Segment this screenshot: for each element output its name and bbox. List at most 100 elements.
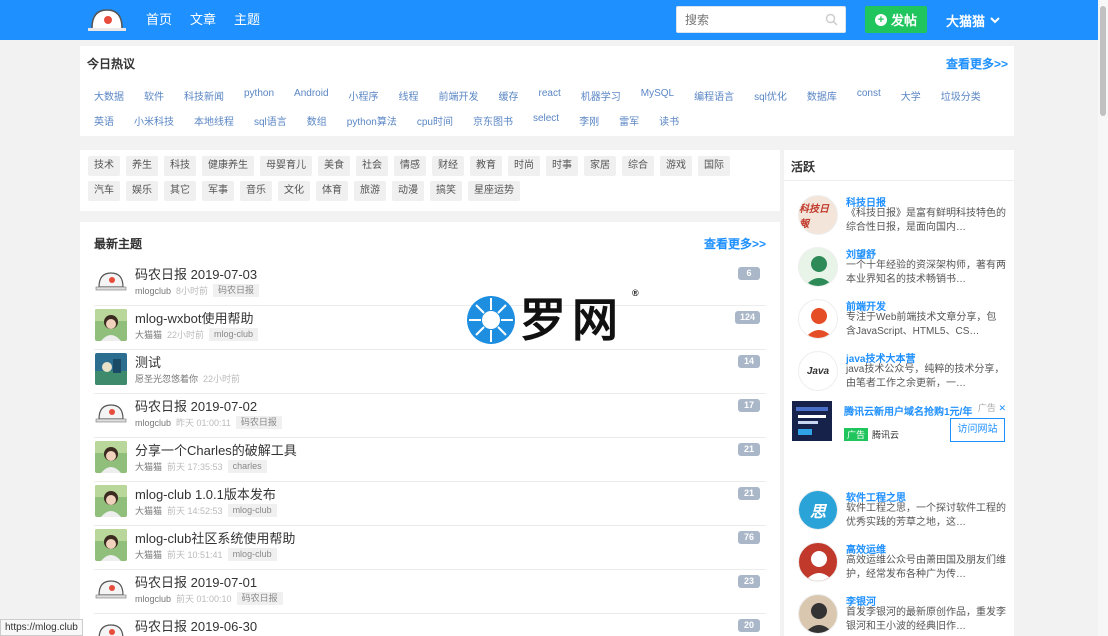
page-scrollbar[interactable] xyxy=(1098,0,1108,636)
topic-tag[interactable]: mlog-club xyxy=(209,328,259,341)
category-tag[interactable]: 音乐 xyxy=(240,181,272,201)
category-tag[interactable]: 体育 xyxy=(316,181,348,201)
avatar[interactable] xyxy=(95,353,127,385)
hot-tag-link[interactable]: 数据库 xyxy=(807,88,837,103)
category-tag[interactable]: 科技 xyxy=(164,156,196,176)
hot-tag-link[interactable]: 软件 xyxy=(144,88,164,103)
category-tag[interactable]: 教育 xyxy=(470,156,502,176)
topic-tag[interactable]: charles xyxy=(227,460,267,473)
category-tag[interactable]: 综合 xyxy=(622,156,654,176)
avatar[interactable] xyxy=(95,397,127,429)
topic-row[interactable]: 码农日报 2019-07-02 mlogclub 昨天 01:00:11 码农日报 17 xyxy=(94,394,766,438)
hot-tag-link[interactable]: const xyxy=(857,88,881,103)
category-tag[interactable]: 搞笑 xyxy=(430,181,462,201)
hot-tag-link[interactable]: 读书 xyxy=(659,113,679,128)
active-user-item[interactable]: 思软件工程之思 软件工程之思，一个探讨软件工程的优秀实践的芳草之地，这… xyxy=(798,490,1008,538)
active-user-item[interactable]: 高效运维 高效运维公众号由萧田国及朋友们维护，经常发布各种广为传… xyxy=(798,542,1008,590)
topic-author[interactable]: mlogclub xyxy=(135,594,171,604)
topic-title[interactable]: 码农日报 2019-07-02 xyxy=(135,396,257,415)
hot-tag-link[interactable]: 京东图书 xyxy=(473,113,513,128)
hot-tag-link[interactable]: 数组 xyxy=(307,113,327,128)
topic-title[interactable]: mlog-club社区系统使用帮助 xyxy=(135,528,295,547)
scroll-thumb[interactable] xyxy=(1100,6,1106,116)
hot-tag-link[interactable]: 前端开发 xyxy=(439,88,479,103)
user-menu[interactable]: 大猫猫 xyxy=(946,11,1000,30)
hot-tag-link[interactable]: MySQL xyxy=(641,88,674,103)
topic-title[interactable]: 码农日报 2019-07-03 xyxy=(135,264,257,283)
hot-tag-link[interactable]: 大学 xyxy=(901,88,921,103)
category-tag[interactable]: 社会 xyxy=(356,156,388,176)
active-user-item[interactable]: 刘望舒 一个十年经验的资深架构师，著有两本业界知名的技术畅销书… xyxy=(798,247,1008,295)
category-tag[interactable]: 汽车 xyxy=(88,181,120,201)
hot-tag-link[interactable]: 小程序 xyxy=(349,88,379,103)
hot-tag-link[interactable]: 本地线程 xyxy=(194,113,234,128)
hot-tag-link[interactable]: 大数据 xyxy=(94,88,124,103)
topic-tag[interactable]: mlog-club xyxy=(227,548,277,561)
avatar[interactable] xyxy=(95,309,127,341)
topic-row[interactable]: 分享一个Charles的破解工具 大猫猫 前天 17:35:53 charles 21 xyxy=(94,438,766,482)
avatar[interactable] xyxy=(798,594,838,634)
hot-tag-link[interactable]: sql语言 xyxy=(254,113,287,128)
new-post-button[interactable]: + 发帖 xyxy=(865,6,927,33)
hot-tag-link[interactable]: python xyxy=(244,88,274,103)
nav-home[interactable]: 首页 xyxy=(146,11,172,29)
category-tag[interactable]: 动漫 xyxy=(392,181,424,201)
hot-tag-link[interactable]: 线程 xyxy=(399,88,419,103)
topic-title[interactable]: mlog-wxbot使用帮助 xyxy=(135,308,253,327)
topic-tag[interactable]: mlog-club xyxy=(227,504,277,517)
category-tag[interactable]: 军事 xyxy=(202,181,234,201)
hot-tag-link[interactable]: python算法 xyxy=(347,113,397,128)
topic-title[interactable]: mlog-club 1.0.1版本发布 xyxy=(135,484,276,503)
active-user-item[interactable]: Java java技术大本营 java技术公众号，纯粹的技术分享，由笔者工作之余更新… xyxy=(798,351,1008,399)
hot-tag-link[interactable]: 李刚 xyxy=(579,113,599,128)
avatar[interactable] xyxy=(95,265,127,297)
category-tag[interactable]: 健康养生 xyxy=(202,156,254,176)
visit-site-button[interactable]: 访问网站 xyxy=(950,418,1005,442)
latest-more-link[interactable]: 查看更多>> xyxy=(704,235,766,252)
hot-tag-link[interactable]: 雷军 xyxy=(619,113,639,128)
hot-tag-link[interactable]: select xyxy=(533,113,559,128)
avatar[interactable] xyxy=(95,441,127,473)
topic-author[interactable]: 大猫猫 xyxy=(135,504,162,517)
category-tag[interactable]: 母婴育儿 xyxy=(260,156,312,176)
nav-topics[interactable]: 主题 xyxy=(234,11,260,29)
hot-more-link[interactable]: 查看更多>> xyxy=(946,55,1008,72)
hot-tag-link[interactable]: 英语 xyxy=(94,113,114,128)
hot-tag-link[interactable]: 小米科技 xyxy=(134,113,174,128)
avatar[interactable] xyxy=(95,617,127,636)
category-tag[interactable]: 时事 xyxy=(546,156,578,176)
hot-tag-link[interactable]: Android xyxy=(294,88,328,103)
topic-tag[interactable]: 码农日报 xyxy=(213,284,260,297)
ad-banner[interactable]: 腾讯云新用户域名抢购1元/年 广告 ✕ 广告 腾讯云 访问网站 xyxy=(792,401,1006,443)
avatar[interactable] xyxy=(798,542,838,582)
ad-title[interactable]: 腾讯云新用户域名抢购1元/年 xyxy=(844,403,972,418)
topic-row[interactable]: mlog-wxbot使用帮助 大猫猫 22小时前 mlog-club 124 xyxy=(94,306,766,350)
category-tag[interactable]: 旅游 xyxy=(354,181,386,201)
topic-author[interactable]: mlogclub xyxy=(135,286,171,296)
hot-tag-link[interactable]: 垃圾分类 xyxy=(941,88,981,103)
category-tag[interactable]: 财经 xyxy=(432,156,464,176)
active-user-item[interactable]: 前端开发 专注于Web前端技术文章分享，包含JavaScript、HTML5、CS… xyxy=(798,299,1008,347)
avatar[interactable]: Java xyxy=(798,351,838,391)
category-tag[interactable]: 游戏 xyxy=(660,156,692,176)
topic-title[interactable]: 码农日报 2019-07-01 xyxy=(135,572,257,591)
topic-tag[interactable]: 码农日报 xyxy=(235,416,282,429)
topic-row[interactable]: 测试 愿圣光忽悠着你 22小时前 14 xyxy=(94,350,766,394)
topic-title[interactable]: 分享一个Charles的破解工具 xyxy=(135,440,297,459)
avatar[interactable] xyxy=(798,299,838,339)
topic-author[interactable]: 大猫猫 xyxy=(135,460,162,473)
hot-tag-link[interactable]: 机器学习 xyxy=(581,88,621,103)
avatar[interactable] xyxy=(95,573,127,605)
topic-author[interactable]: 愿圣光忽悠着你 xyxy=(135,372,198,385)
topic-author[interactable]: mlogclub xyxy=(135,418,171,428)
topic-row[interactable]: 码农日报 2019-06-30 20 xyxy=(94,614,766,636)
category-tag[interactable]: 养生 xyxy=(126,156,158,176)
avatar[interactable] xyxy=(95,529,127,561)
avatar[interactable]: 思 xyxy=(798,490,838,530)
category-tag[interactable]: 美食 xyxy=(318,156,350,176)
hot-tag-link[interactable]: sql优化 xyxy=(754,88,787,103)
category-tag[interactable]: 星座运势 xyxy=(468,181,520,201)
hot-tag-link[interactable]: cpu时间 xyxy=(417,113,453,128)
topic-author[interactable]: 大猫猫 xyxy=(135,548,162,561)
ad-image[interactable] xyxy=(792,401,832,441)
